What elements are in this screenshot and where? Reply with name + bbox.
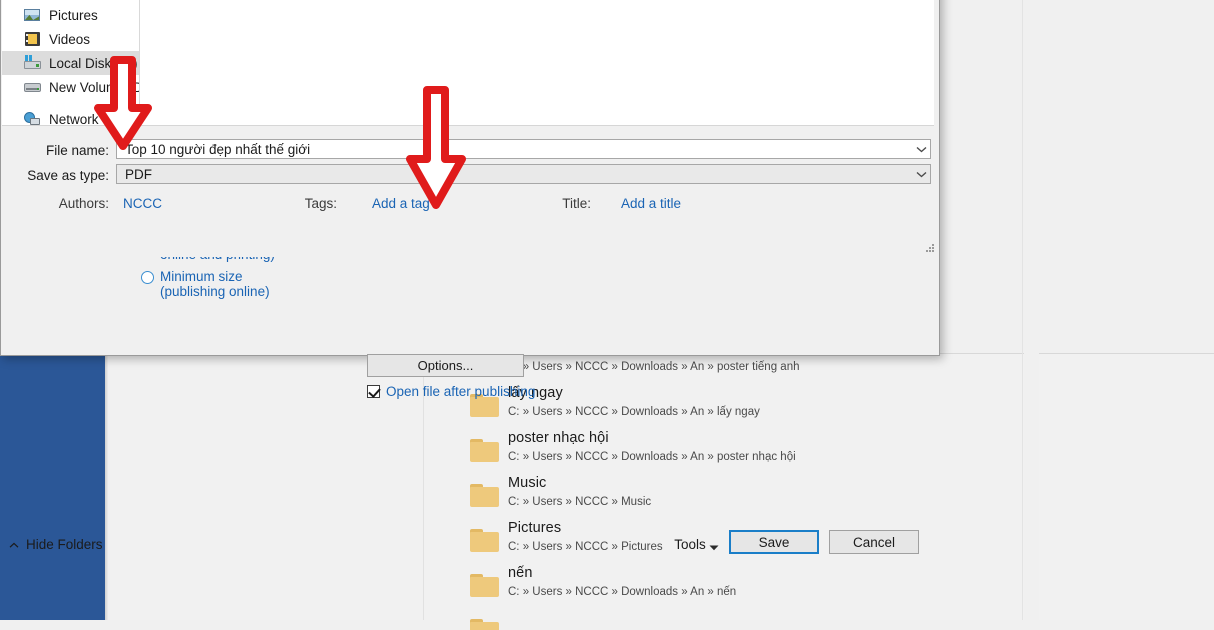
list-item-path: C: » Users » NCCC » Downloads » An » nến [508, 586, 737, 598]
list-item-path: C: » Users » NCCC » Music [508, 496, 652, 508]
file-browser-pane[interactable] [139, 0, 934, 125]
local-disk-icon [24, 55, 41, 71]
background-right-divider [1022, 0, 1023, 620]
folder-icon [470, 484, 499, 507]
optimize-minimum-label: Minimum size (publishing online) [160, 269, 270, 299]
recent-folders-list[interactable]: poster tiếng anh C: » Users » NCCC » Dow… [440, 340, 1020, 630]
hide-folders-label: Hide Folders [26, 537, 103, 552]
list-item-path: C: » Users » NCCC » Pictures [508, 541, 663, 553]
list-item[interactable] [440, 610, 1020, 630]
file-name-input[interactable]: Top 10 người đẹp nhất thế giới [116, 139, 931, 159]
title-label: Title: [562, 196, 591, 211]
sidebar-item-videos[interactable]: Videos [2, 27, 139, 51]
list-item[interactable]: poster nhạc hội C: » Users » NCCC » Down… [440, 430, 1020, 475]
arrow-pointing-to-options-button [404, 85, 468, 213]
resize-grip[interactable] [925, 244, 935, 254]
cancel-button[interactable]: Cancel [829, 530, 919, 554]
checkbox-indicator[interactable] [367, 385, 380, 398]
options-button[interactable]: Options... [367, 354, 524, 377]
list-item-name: nến [508, 565, 533, 581]
hide-folders-toggle[interactable]: Hide Folders [9, 537, 103, 552]
open-file-after-publishing-checkbox[interactable]: Open file after publishing [367, 384, 535, 399]
list-item[interactable]: nến C: » Users » NCCC » Downloads » An »… [440, 565, 1020, 610]
save-as-type-select[interactable]: PDF [116, 164, 931, 184]
arrow-pointing-to-file-name-field [92, 56, 154, 152]
save-button[interactable]: Save [729, 530, 819, 554]
title-value[interactable]: Add a title [621, 196, 681, 211]
optimize-minimum-line2: (publishing online) [160, 284, 270, 299]
list-item-name: Pictures [508, 520, 562, 536]
folder-icon [470, 529, 499, 552]
sidebar-item-label: Pictures [49, 7, 98, 23]
chevron-up-icon [9, 537, 19, 552]
list-item-path: C: » Users » NCCC » Downloads » An » lấy… [508, 406, 760, 418]
folder-icon [470, 619, 499, 630]
pictures-icon [24, 7, 41, 23]
background-blue-panel [0, 353, 105, 620]
network-icon [24, 111, 41, 125]
sidebar-item-label: Videos [49, 31, 91, 47]
list-item-path: C: » Users » NCCC » Downloads » An » pos… [508, 361, 800, 373]
vertical-scrollbar-track[interactable] [1024, 0, 1039, 620]
authors-value[interactable]: NCCC [123, 196, 162, 211]
list-item[interactable]: Music C: » Users » NCCC » Music [440, 475, 1020, 520]
volume-icon [24, 79, 41, 95]
folder-icon [470, 574, 499, 597]
open-file-after-publishing-label: Open file after publishing [386, 384, 536, 399]
list-item-name: Music [508, 475, 547, 491]
optimize-minimum-line1: Minimum size [160, 269, 243, 284]
chevron-down-icon[interactable] [912, 165, 930, 183]
chevron-down-icon[interactable] [912, 140, 930, 158]
save-as-type-label: Save as type: [27, 168, 109, 183]
dialog-footer: Hide Folders Tools Save Cancel [1, 215, 939, 554]
save-as-type-value: PDF [125, 166, 152, 182]
folder-icon [470, 439, 499, 462]
tags-label: Tags: [304, 196, 337, 211]
list-item-path: C: » Users » NCCC » Downloads » An » pos… [508, 451, 796, 463]
optimize-minimum-radio[interactable]: Minimum size (publishing online) [141, 269, 270, 299]
radio-indicator[interactable] [141, 271, 154, 284]
save-as-dialog: Pictures Videos Local Disk (C:) New Volu… [0, 0, 940, 554]
chevron-down-icon[interactable] [709, 538, 719, 556]
authors-label: Authors: [58, 196, 109, 211]
sidebar-item-pictures[interactable]: Pictures [2, 3, 139, 27]
videos-icon [24, 31, 41, 47]
list-item-name: poster nhạc hội [508, 430, 609, 446]
